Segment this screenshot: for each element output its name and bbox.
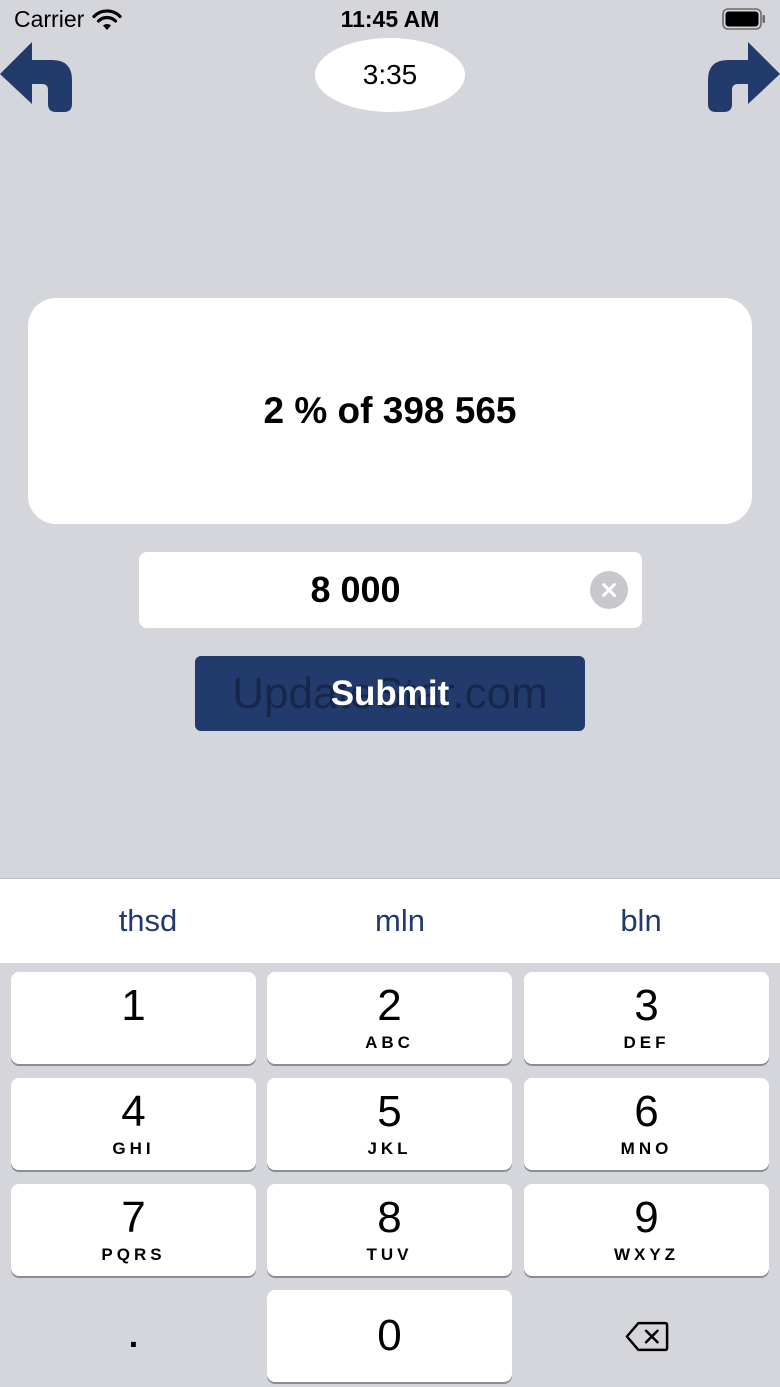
- key-letters: TUV: [366, 1245, 413, 1264]
- key-5[interactable]: 5 JKL: [267, 1078, 512, 1170]
- timer-display: 3:35: [315, 38, 465, 112]
- key-digit: 2: [377, 981, 402, 1030]
- redo-arrow-icon: [708, 42, 780, 112]
- suggestion-bar: thsd mln bln: [0, 878, 780, 963]
- key-9[interactable]: 9 WXYZ: [524, 1184, 769, 1276]
- clear-circle-icon: [602, 583, 616, 597]
- key-3[interactable]: 3 DEF: [524, 972, 769, 1064]
- key-letters: PQRS: [101, 1245, 166, 1264]
- key-digit: 3: [634, 981, 659, 1030]
- backspace-icon: [625, 1321, 668, 1351]
- clear-button[interactable]: [590, 571, 628, 609]
- status-bar: Carrier 11:45 AM: [0, 0, 780, 40]
- key-letters: JKL: [367, 1139, 412, 1158]
- forward-button[interactable]: [704, 40, 780, 114]
- submit-label: Submit: [330, 673, 450, 713]
- key-letters: WXYZ: [613, 1245, 680, 1264]
- key-digit: 4: [121, 1087, 146, 1136]
- status-time: 11:45 AM: [340, 6, 440, 32]
- key-6[interactable]: 6 MNO: [524, 1078, 769, 1170]
- question-card: 2 % of 398 565: [28, 298, 752, 524]
- key-letters: ABC: [365, 1033, 414, 1052]
- key-letters: DEF: [623, 1033, 670, 1052]
- suggestion-thsd[interactable]: thsd: [18, 879, 278, 963]
- answer-field-container: [139, 552, 642, 628]
- key-digit: 0: [377, 1311, 402, 1360]
- key-digit: 1: [121, 981, 146, 1030]
- key-digit: 5: [377, 1087, 402, 1136]
- key-4[interactable]: 4 GHI: [11, 1078, 256, 1170]
- submit-button[interactable]: UpdateStar.com Submit: [195, 656, 585, 731]
- battery-icon: [722, 8, 765, 30]
- key-letters: GHI: [112, 1139, 155, 1158]
- key-delete[interactable]: [524, 1290, 769, 1382]
- key-letters: MNO: [620, 1139, 673, 1158]
- key-2[interactable]: 2 ABC: [267, 972, 512, 1064]
- undo-arrow-icon: [0, 42, 72, 112]
- key-decimal[interactable]: .: [11, 1290, 256, 1382]
- answer-input[interactable]: [139, 552, 642, 628]
- key-digit: 9: [634, 1193, 659, 1242]
- suggestion-bln[interactable]: bln: [511, 879, 771, 963]
- back-button[interactable]: [0, 40, 76, 114]
- key-8[interactable]: 8 TUV: [267, 1184, 512, 1276]
- key-digit: 8: [377, 1193, 402, 1242]
- key-7[interactable]: 7 PQRS: [11, 1184, 256, 1276]
- key-digit: 6: [634, 1087, 659, 1136]
- decimal-label: .: [128, 1316, 139, 1355]
- key-digit: 7: [121, 1193, 146, 1242]
- key-1[interactable]: 1: [11, 972, 256, 1064]
- question-text: 2 % of 398 565: [263, 390, 517, 431]
- key-0[interactable]: 0: [267, 1290, 512, 1382]
- suggestion-mln[interactable]: mln: [270, 879, 530, 963]
